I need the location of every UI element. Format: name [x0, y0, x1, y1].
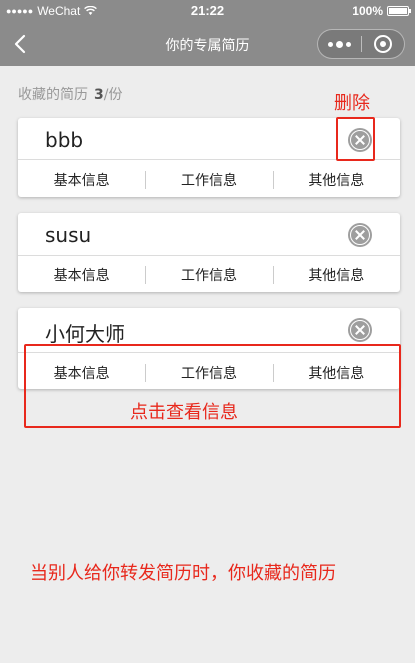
- resume-card: susu 基本信息 工作信息 其他信息: [18, 213, 400, 292]
- count-label: 收藏的简历: [18, 87, 88, 103]
- resume-name: susu: [45, 223, 92, 247]
- tab-basic-info[interactable]: 基本信息: [18, 163, 145, 197]
- count-value: 3: [94, 87, 104, 103]
- tab-work-info[interactable]: 工作信息: [145, 163, 272, 197]
- close-mini-program-button[interactable]: [362, 30, 404, 58]
- mini-program-capsule: [317, 29, 405, 59]
- battery-icon: [387, 6, 411, 16]
- card-divider: [18, 255, 400, 256]
- delete-highlight-box: [336, 117, 375, 161]
- forward-note-annotation: 当别人给你转发简历时，你收藏的简历: [30, 563, 336, 584]
- resume-name: 小何大师: [45, 322, 125, 346]
- delete-button[interactable]: [348, 223, 372, 247]
- status-bar: ●●●●● WeChat 21:22 100%: [0, 0, 415, 22]
- target-icon: [373, 35, 392, 53]
- more-button[interactable]: [318, 30, 361, 58]
- delete-button[interactable]: [348, 318, 372, 342]
- more-dot-icon: [336, 40, 343, 48]
- close-circle-icon: [350, 225, 370, 245]
- tab-other-info[interactable]: 其他信息: [272, 258, 400, 292]
- delete-annotation: 删除: [334, 93, 370, 114]
- tab-work-info[interactable]: 工作信息: [145, 258, 272, 292]
- tab-basic-info[interactable]: 基本信息: [18, 258, 145, 292]
- saved-resume-count: 收藏的简历 3/份: [18, 84, 122, 104]
- resume-name: bbb: [45, 128, 84, 152]
- nav-bar: 你的专属简历: [0, 22, 415, 66]
- close-circle-icon: [350, 320, 370, 340]
- more-dot-icon: [346, 41, 351, 47]
- card-tabs: 基本信息 工作信息 其他信息: [18, 258, 400, 292]
- card-tabs: 基本信息 工作信息 其他信息: [18, 163, 400, 197]
- count-unit: /份: [103, 87, 123, 103]
- view-info-annotation: 点击查看信息: [130, 402, 238, 423]
- battery-percent: 100%: [352, 4, 383, 18]
- more-dot-icon: [328, 41, 333, 47]
- battery-group: 100%: [352, 4, 411, 18]
- tab-other-info[interactable]: 其他信息: [272, 163, 400, 197]
